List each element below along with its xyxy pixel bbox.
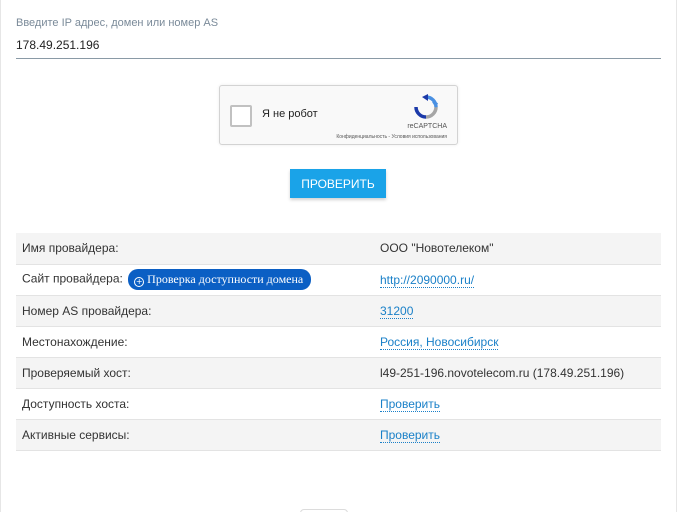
search-field: Введите IP адрес, домен или номер AS: [16, 16, 661, 59]
captcha-links[interactable]: Конфиденциальность - Условия использован…: [336, 134, 447, 140]
recaptcha-icon: [414, 94, 438, 119]
row-key: Доступность хоста:: [22, 396, 130, 411]
row-key: Проверяемый хост:: [22, 365, 131, 380]
captcha-checkbox[interactable]: [230, 105, 252, 127]
row-key: Сайт провайдера:: [22, 271, 123, 286]
active-services-link[interactable]: Проверить: [380, 427, 441, 443]
row-key: Местонахождение:: [22, 334, 128, 349]
table-row: Доступность хоста: Проверить: [16, 388, 661, 419]
row-value: l49-251-196.novotelecom.ru (178.49.251.1…: [380, 365, 625, 380]
circle-plus-icon: +: [134, 277, 145, 287]
table-row: Активные сервисы: Проверить: [16, 419, 661, 450]
row-key: Номер AS провайдера:: [22, 303, 152, 318]
as-number-link[interactable]: 31200: [380, 303, 414, 319]
location-link[interactable]: Россия, Новосибирск: [380, 334, 499, 350]
table-row: Местонахождение: Россия, Новосибирск: [16, 326, 661, 357]
row-key: Активные сервисы:: [22, 427, 130, 442]
provider-site-link[interactable]: http://2090000.ru/: [380, 272, 475, 288]
table-row: Проверяемый хост: l49-251-196.novoteleco…: [16, 357, 661, 388]
search-input[interactable]: [16, 36, 661, 59]
provider-info-table: Имя провайдера: ООО "Новотелеком" Сайт п…: [16, 233, 661, 451]
check-button[interactable]: ПРОВЕРИТЬ: [290, 169, 386, 198]
row-key-cell: Сайт провайдера: + Проверка доступности д…: [16, 264, 374, 295]
table-row: Номер AS провайдера: 31200: [16, 295, 661, 326]
search-label: Введите IP адрес, домен или номер AS: [16, 17, 219, 29]
captcha-brand: reCAPTCHA: [407, 123, 447, 130]
row-value-cell: Проверить: [374, 388, 661, 419]
row-value-cell: 31200: [374, 295, 661, 326]
table-row: Сайт провайдера: + Проверка доступности д…: [16, 264, 661, 295]
row-value: ООО "Новотелеком": [380, 241, 494, 256]
row-value-cell: Проверить: [374, 419, 661, 450]
recaptcha-widget: Я не робот reCAPTCHA Конфиденциальность …: [219, 85, 458, 145]
row-key: Имя провайдера:: [22, 241, 119, 256]
row-value-cell: http://2090000.ru/: [374, 264, 661, 295]
host-availability-link[interactable]: Проверить: [380, 396, 441, 412]
row-value-cell: Россия, Новосибирск: [374, 326, 661, 357]
domain-check-label: Проверка доступности домена: [147, 272, 304, 286]
captcha-label: Я не робот: [262, 108, 318, 120]
table-row: Имя провайдера: ООО "Новотелеком": [16, 233, 661, 264]
domain-check-button[interactable]: + Проверка доступности домена: [128, 269, 312, 290]
